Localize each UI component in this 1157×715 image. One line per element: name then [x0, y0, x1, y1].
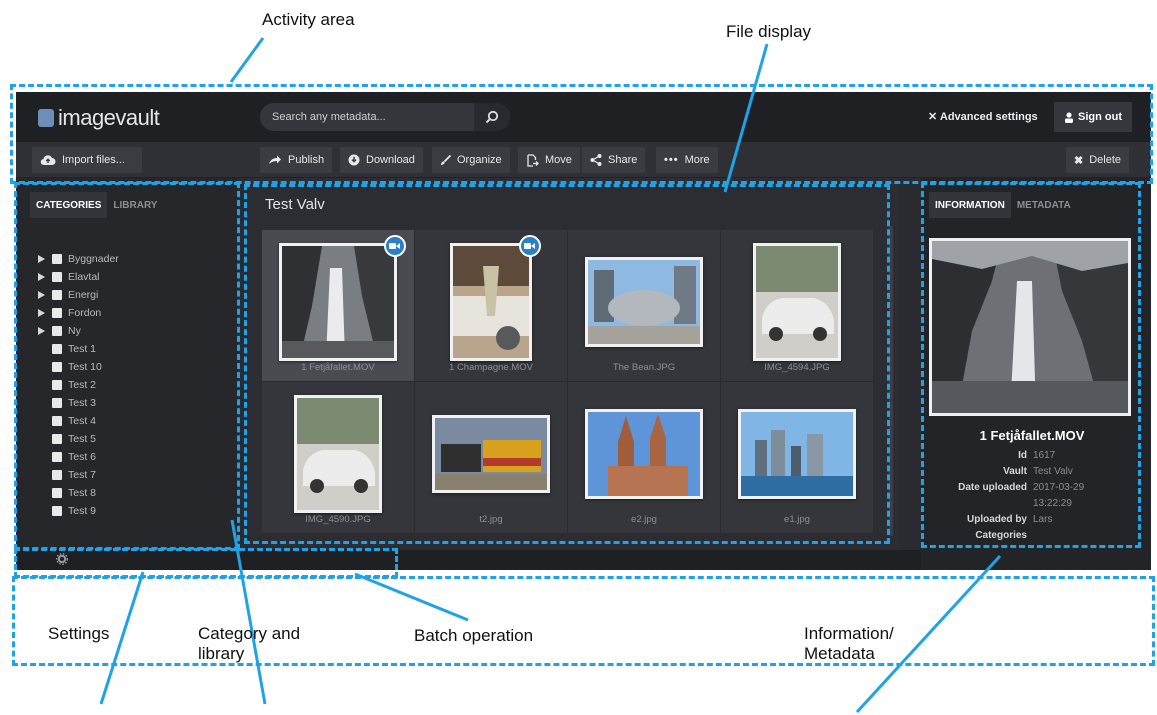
label-settings: Settings — [48, 624, 110, 643]
activity-area-box — [10, 84, 1153, 184]
label-information-metadata: Information/ Metadata — [804, 624, 894, 663]
label-category-library: Category and library — [198, 624, 301, 663]
information-box — [921, 182, 1141, 548]
category-library-box — [14, 182, 240, 550]
settings-batch-box — [14, 548, 398, 578]
label-file-display: File display — [726, 22, 812, 41]
file-display-box — [244, 184, 890, 544]
bottom-region-box — [12, 576, 1155, 666]
label-batch-operation: Batch operation — [414, 626, 534, 645]
label-activity-area: Activity area — [262, 10, 355, 29]
